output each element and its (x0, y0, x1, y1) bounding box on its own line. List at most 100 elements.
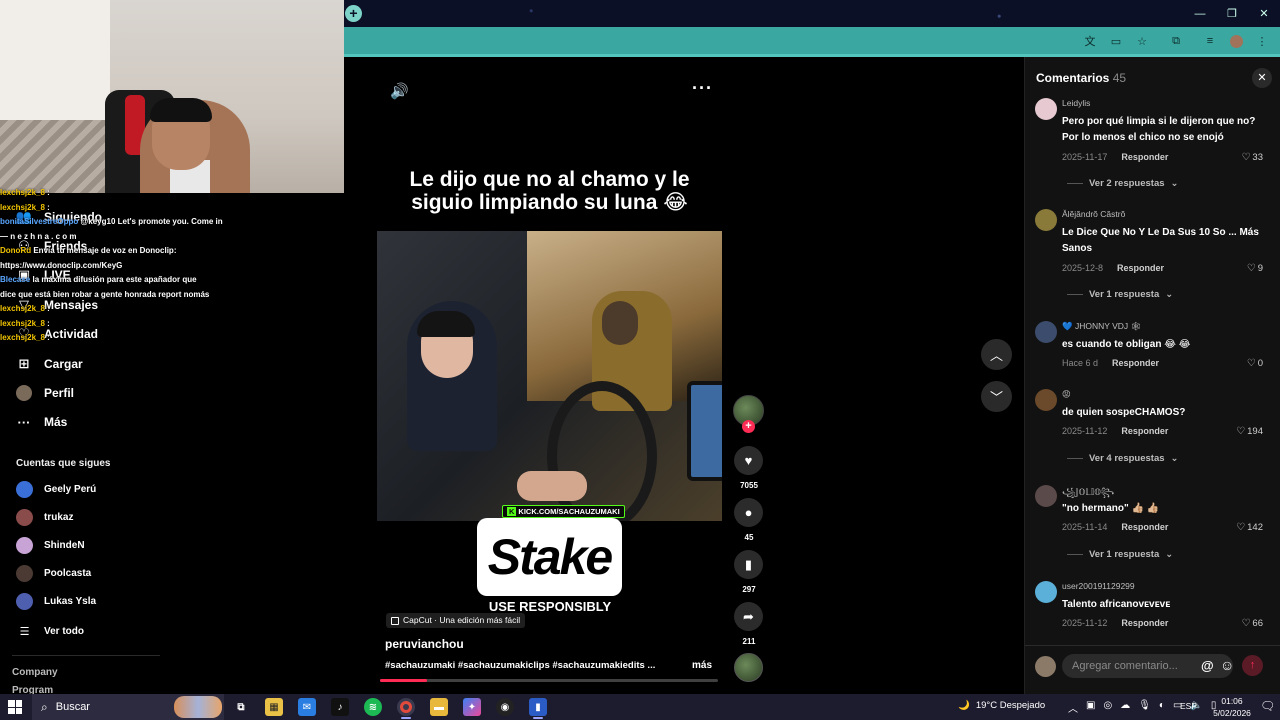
following-item[interactable]: Geely Perú (16, 481, 96, 498)
video-hashtags[interactable]: #sachauzumaki #sachauzumakiclips #sachau… (385, 660, 655, 671)
tiktok-icon[interactable]: ♪ (331, 698, 349, 716)
new-tab-button[interactable]: + (345, 5, 362, 22)
comment-like-button[interactable]: ♡ 9 (1247, 263, 1263, 274)
reply-button[interactable]: Responder (1112, 358, 1159, 368)
sound-disc-avatar[interactable] (734, 653, 763, 682)
comment-date: 2025-12-8 (1062, 263, 1104, 273)
reply-button[interactable]: Responder (1121, 618, 1168, 628)
previous-video-button[interactable]: ︿ (981, 339, 1012, 370)
nav-item-more[interactable]: ··· Más (16, 414, 68, 430)
reply-button[interactable]: Responder (1121, 152, 1168, 162)
more-options-icon[interactable]: ··· (692, 78, 713, 99)
view-replies-button[interactable]: Ver 2 respuestas ⌄ (1067, 178, 1179, 189)
comment-button[interactable]: ● (734, 498, 763, 527)
view-replies-button[interactable]: Ver 4 respuestas ⌄ (1067, 453, 1179, 464)
active-app-indicator (533, 717, 543, 719)
comment-username[interactable]: user200191129299 (1062, 581, 1135, 591)
share-button[interactable]: ➦ (734, 602, 763, 631)
mention-icon[interactable]: @ (1201, 658, 1214, 673)
follow-plus-button[interactable]: + (742, 420, 755, 433)
windows-start-icon[interactable] (8, 700, 22, 714)
nav-item-profile[interactable]: Perfil (16, 385, 74, 401)
following-item[interactable]: trukaz (16, 509, 73, 526)
following-item[interactable]: ShindeN (16, 537, 85, 554)
copilot-icon[interactable]: ✦ (463, 698, 481, 716)
avatar[interactable] (1035, 581, 1057, 603)
spotify-icon[interactable]: ≋ (364, 698, 382, 716)
chevron-down-icon: ⌄ (1165, 289, 1174, 300)
video-progress-bar[interactable] (380, 679, 718, 682)
close-comments-button[interactable]: ✕ (1252, 68, 1272, 88)
reply-button[interactable]: Responder (1117, 263, 1164, 273)
weather-widget[interactable]: 🌙 19°C Despejado (958, 700, 1045, 711)
comment-username[interactable]: Ălĕjăndrŏ Căstrŏ (1062, 209, 1125, 219)
bookmark-star-icon[interactable]: ☆ (1134, 33, 1150, 49)
profile-avatar-icon[interactable] (1228, 33, 1244, 49)
notifications-icon[interactable]: 🗨 (1260, 699, 1275, 713)
comment-like-button[interactable]: ♡ 194 (1236, 426, 1263, 437)
footer-link[interactable]: Company (12, 667, 58, 678)
media-controls-icon[interactable]: ≡ (1202, 33, 1218, 49)
nav-item-upload[interactable]: ⊞ Cargar (16, 356, 83, 372)
tray-app-icon[interactable]: ◎ (1103, 700, 1112, 715)
maximize-button[interactable]: ❐ (1216, 0, 1248, 27)
language-indicator[interactable]: ESP (1180, 701, 1197, 711)
translate-icon[interactable]: 文 (1082, 33, 1098, 49)
obs-icon[interactable]: ◉ (496, 698, 514, 716)
view-replies-button[interactable]: Ver 1 respuesta ⌄ (1067, 289, 1173, 300)
kick-logo-icon: K (507, 507, 517, 516)
emoji-icon[interactable]: ☺ (1220, 657, 1234, 673)
capcut-badge[interactable]: CapCut · Una edición más fácil (386, 613, 526, 628)
comment-bubble-icon: ● (744, 505, 753, 520)
following-item[interactable]: Lukas Ysla (16, 593, 96, 610)
task-view-icon[interactable]: ⧉ (232, 698, 250, 716)
caption-more-link[interactable]: más (692, 660, 712, 671)
video-frame[interactable] (377, 231, 722, 521)
save-button[interactable]: ▮ (734, 550, 763, 579)
tray-app-icon[interactable]: ▣ (1086, 700, 1095, 715)
avatar[interactable] (1035, 209, 1057, 231)
browser-tab-strip (344, 0, 1280, 27)
extensions-icon[interactable]: ⧉ (1168, 33, 1184, 49)
post-comment-button[interactable]: ↑ (1242, 655, 1263, 676)
video-author[interactable]: peruvianchou (385, 637, 464, 651)
comment-like-button[interactable]: ♡ 33 (1241, 152, 1263, 163)
comments-header: Comentarios 45 (1036, 71, 1126, 85)
avatar[interactable] (1035, 389, 1057, 411)
comment-like-count: 9 (1257, 263, 1263, 274)
next-video-button[interactable]: ﹀ (981, 381, 1012, 412)
comment-like-button[interactable]: ♡ 0 (1247, 358, 1263, 369)
cast-icon[interactable]: ▭ (1108, 33, 1124, 49)
file-explorer-icon[interactable]: ▬ (430, 698, 448, 716)
store-icon[interactable]: ▦ (265, 698, 283, 716)
comment-like-button[interactable]: ♡ 142 (1236, 522, 1263, 533)
view-replies-button[interactable]: Ver 1 respuesta ⌄ (1067, 549, 1173, 560)
like-button[interactable]: ♥ (734, 446, 763, 475)
webcam-person-hair (150, 98, 212, 122)
browser-menu-icon[interactable]: ⋮ (1254, 33, 1270, 49)
minimize-button[interactable]: — (1184, 0, 1216, 27)
avatar[interactable] (1035, 98, 1057, 120)
see-all-link[interactable]: ☰ Ver todo (16, 623, 84, 639)
chrome-icon[interactable] (397, 698, 415, 716)
comment-username[interactable]: Leidylis (1062, 98, 1090, 108)
mail-icon[interactable]: ✉ (298, 698, 316, 716)
close-window-button[interactable]: ✕ (1248, 0, 1280, 27)
chat-line: DonoRd Envía tu mensaje de voz en Donocl… (0, 244, 344, 259)
tray-app-icon[interactable]: ◐ (1159, 700, 1165, 715)
app-icon[interactable]: ▮ (529, 698, 547, 716)
nav-label: Más (44, 415, 68, 429)
clock[interactable]: 01:06 5/02/2026 (1206, 695, 1258, 719)
comment-username[interactable]: 😡 (1062, 389, 1071, 400)
reply-button[interactable]: Responder (1121, 426, 1168, 436)
comment-like-button[interactable]: ♡ 66 (1241, 618, 1263, 629)
following-item[interactable]: Poolcasta (16, 565, 91, 582)
chevron-up-icon[interactable]: ︿ (1068, 700, 1078, 715)
microphone-icon[interactable]: 🎙 (1138, 700, 1151, 715)
tray-app-icon[interactable]: ☁ (1120, 700, 1130, 715)
volume-icon[interactable]: 🔊 (390, 82, 409, 100)
comment-username[interactable]: 💙 JHONNY VDJ 🕸 (1062, 321, 1141, 332)
avatar[interactable] (1035, 485, 1057, 507)
reply-button[interactable]: Responder (1121, 522, 1168, 532)
avatar[interactable] (1035, 321, 1057, 343)
